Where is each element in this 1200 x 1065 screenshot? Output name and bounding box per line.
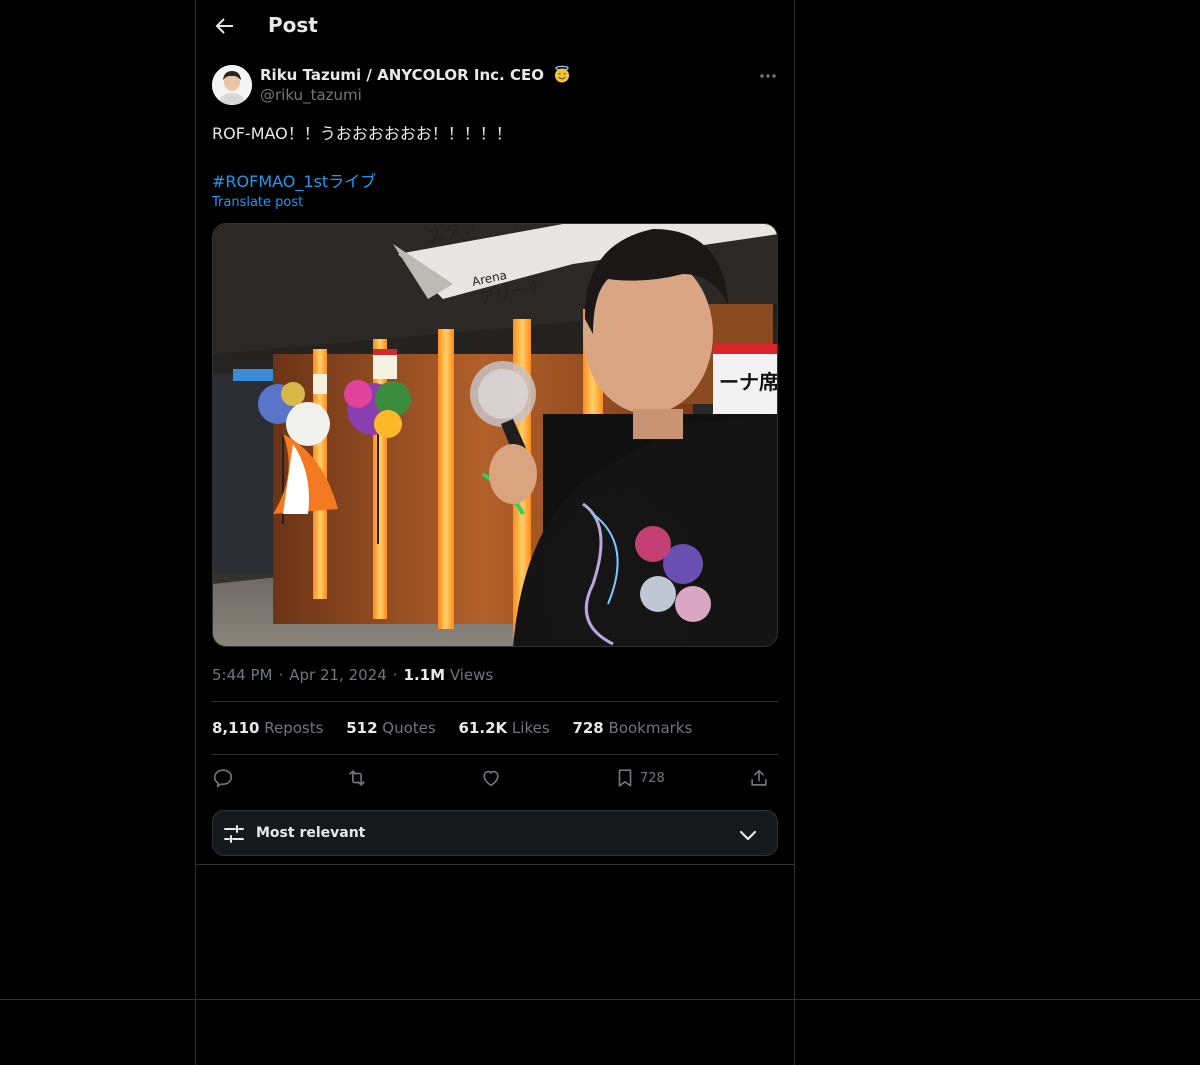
reply-sort-dropdown[interactable]: Most relevant xyxy=(212,810,778,856)
sliders-icon xyxy=(224,825,244,843)
avatar[interactable] xyxy=(212,65,252,105)
post-photo[interactable]: ーナ席 スタン Arena アリーナ xyxy=(212,223,778,647)
likes-stat[interactable]: 61.2K Likes xyxy=(459,719,550,737)
photo-image: ーナ席 スタン Arena アリーナ xyxy=(213,224,778,646)
divider xyxy=(212,754,778,755)
bookmark-button[interactable]: 728 xyxy=(614,765,665,791)
repost-icon xyxy=(349,770,365,786)
sort-label: Most relevant xyxy=(256,825,366,841)
heart-icon xyxy=(483,770,499,787)
like-button[interactable] xyxy=(480,765,502,791)
bookmarks-label: Bookmarks xyxy=(608,719,693,737)
bookmark-count: 728 xyxy=(640,770,665,786)
reply-icon xyxy=(213,769,233,788)
author-name[interactable]: Riku Tazumi / ANYCOLOR Inc. CEO xyxy=(260,65,571,84)
author-handle[interactable]: @riku_tazumi xyxy=(260,86,362,104)
likes-count: 61.2K xyxy=(458,719,508,737)
bookmarks-count: 728 xyxy=(572,719,604,737)
views-count: 1.1M xyxy=(403,666,446,684)
post-time[interactable]: 5:44 PM xyxy=(212,666,272,684)
quotes-stat[interactable]: 512 Quotes xyxy=(346,719,436,737)
share-button[interactable] xyxy=(748,765,770,791)
post-text: ROF-MAO！！うおおおおおお！！！！！ xyxy=(212,124,512,143)
reply-button[interactable] xyxy=(212,765,234,791)
bookmarks-stat[interactable]: 728 Bookmarks xyxy=(572,719,692,737)
divider xyxy=(212,701,778,702)
quotes-count: 512 xyxy=(346,719,378,737)
chevron-down-icon xyxy=(739,830,757,841)
post-date[interactable]: Apr 21, 2024 xyxy=(289,666,387,684)
bottom-divider xyxy=(0,999,1200,1000)
repost-button[interactable] xyxy=(346,765,368,791)
post-meta: 5:44 PM · Apr 21, 2024 · 1.1M Views xyxy=(212,666,494,684)
smiling-halo-emoji-icon xyxy=(555,65,570,83)
main-column: Post Riku Tazumi / ANYCOLOR Inc. CEO @ri… xyxy=(195,0,795,1065)
hashtag-link[interactable]: #ROFMAO_1stライブ xyxy=(212,168,376,192)
header-spacer xyxy=(196,53,794,54)
post-header: Post xyxy=(196,0,794,53)
share-icon xyxy=(751,769,767,786)
author-name-text: Riku Tazumi / ANYCOLOR Inc. CEO xyxy=(260,66,544,84)
post-stats: 8,110 Reposts 512 Quotes 61.2K Likes 728… xyxy=(212,719,710,737)
divider xyxy=(196,864,794,865)
likes-label: Likes xyxy=(511,719,550,737)
more-options-button[interactable] xyxy=(758,66,778,86)
more-dots-icon xyxy=(760,74,776,78)
reposts-count: 8,110 xyxy=(212,719,260,737)
back-button[interactable] xyxy=(212,14,236,38)
action-bar: 728 xyxy=(212,765,778,793)
bookmark-icon xyxy=(618,769,632,787)
page-title: Post xyxy=(268,13,318,37)
quotes-label: Quotes xyxy=(382,719,436,737)
reposts-stat[interactable]: 8,110 Reposts xyxy=(212,719,323,737)
translate-post-link[interactable]: Translate post xyxy=(212,195,303,210)
views-label: Views xyxy=(449,666,494,684)
arena-seat-sign: ーナ席 xyxy=(719,370,778,394)
reposts-label: Reposts xyxy=(264,719,324,737)
back-arrow-icon xyxy=(215,18,233,34)
